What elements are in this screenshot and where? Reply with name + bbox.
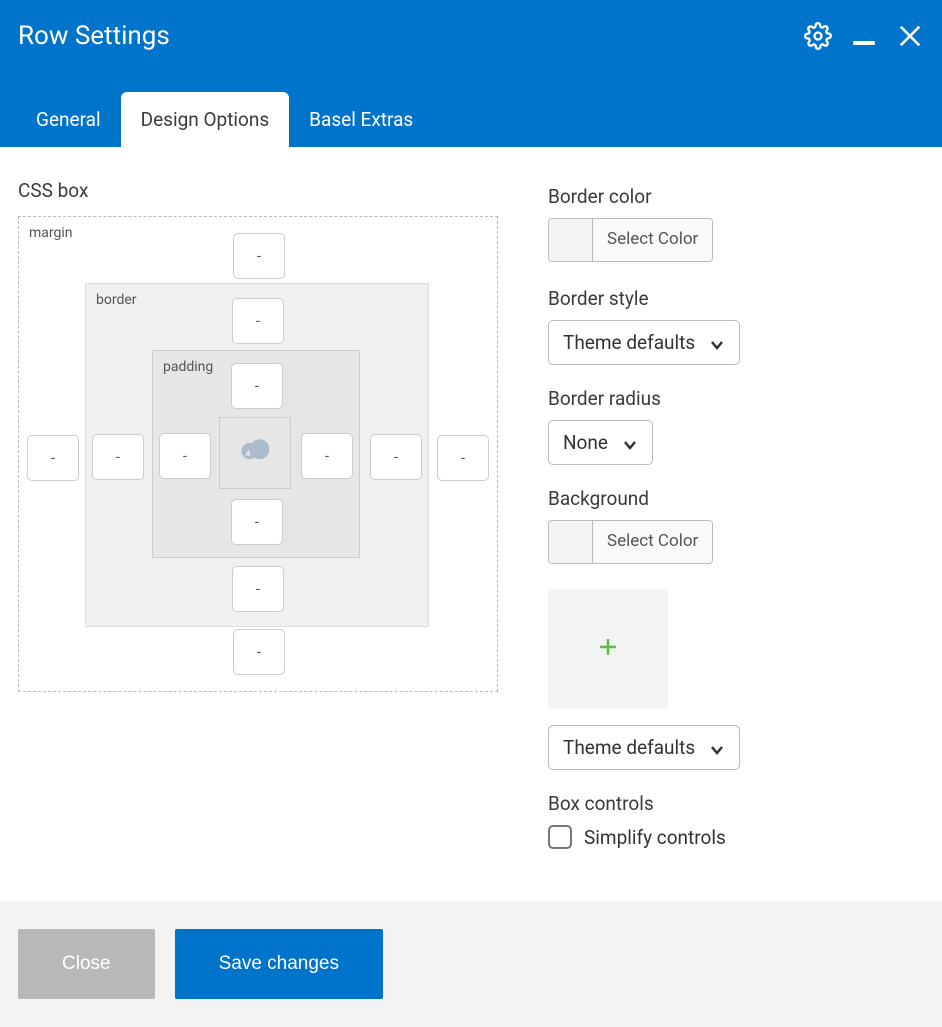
border-style-label: Border style [548, 287, 924, 310]
padding-box: padding - - - - [152, 350, 360, 558]
tab-design-options[interactable]: Design Options [121, 92, 290, 147]
border-radius-select[interactable]: None [548, 420, 653, 465]
dialog-footer: Close Save changes [0, 901, 942, 1027]
border-color-button[interactable]: Select Color [548, 218, 713, 262]
padding-left-input[interactable]: - [159, 433, 211, 479]
border-top-input[interactable]: - [232, 298, 284, 344]
background-color-button-label: Select Color [593, 521, 712, 563]
border-style-value: Theme defaults [563, 331, 695, 354]
border-color-swatch [549, 219, 593, 261]
margin-label: margin [29, 225, 73, 241]
dialog-header: Row Settings General Design Options Base… [0, 0, 942, 147]
plus-icon [598, 637, 618, 661]
dialog-title: Row Settings [18, 21, 170, 51]
content-icon [237, 437, 273, 469]
minimize-icon[interactable] [850, 22, 878, 50]
border-radius-label: Border radius [548, 387, 924, 410]
chevron-down-icon [709, 335, 725, 351]
border-bottom-input[interactable]: - [232, 566, 284, 612]
border-radius-value: None [563, 431, 608, 454]
tab-basel-extras[interactable]: Basel Extras [289, 92, 433, 147]
save-button[interactable]: Save changes [175, 929, 383, 999]
chevron-down-icon [709, 740, 725, 756]
border-right-input[interactable]: - [370, 434, 422, 480]
background-image-value: Theme defaults [563, 736, 695, 759]
margin-right-input[interactable]: - [437, 435, 489, 481]
css-box-model: margin - - - - border - - - - padding - … [18, 216, 498, 692]
box-controls-label: Box controls [548, 792, 924, 815]
padding-top-input[interactable]: - [231, 363, 283, 409]
margin-top-input[interactable]: - [233, 233, 285, 279]
border-left-input[interactable]: - [92, 434, 144, 480]
css-box-label: CSS box [18, 179, 508, 202]
border-color-label: Border color [548, 185, 924, 208]
padding-bottom-input[interactable]: - [231, 499, 283, 545]
chevron-down-icon [622, 435, 638, 451]
margin-left-input[interactable]: - [27, 435, 79, 481]
simplify-controls-checkbox[interactable] [548, 825, 572, 849]
background-color-swatch [549, 521, 593, 563]
padding-right-input[interactable]: - [301, 433, 353, 479]
content-box [219, 417, 291, 489]
close-button[interactable]: Close [18, 929, 155, 999]
background-image-select[interactable]: Theme defaults [548, 725, 740, 770]
add-image-button[interactable] [548, 589, 668, 709]
margin-bottom-input[interactable]: - [233, 629, 285, 675]
border-color-button-label: Select Color [593, 219, 712, 261]
padding-label: padding [163, 359, 213, 375]
background-label: Background [548, 487, 924, 510]
border-style-select[interactable]: Theme defaults [548, 320, 740, 365]
close-icon[interactable] [896, 22, 924, 50]
gear-icon[interactable] [804, 22, 832, 50]
background-color-button[interactable]: Select Color [548, 520, 713, 564]
tab-general[interactable]: General [16, 92, 121, 147]
border-label: border [96, 292, 137, 308]
tab-bar: General Design Options Basel Extras [0, 60, 942, 147]
simplify-controls-label: Simplify controls [584, 826, 726, 849]
border-box: border - - - - padding - - - - [85, 283, 429, 627]
